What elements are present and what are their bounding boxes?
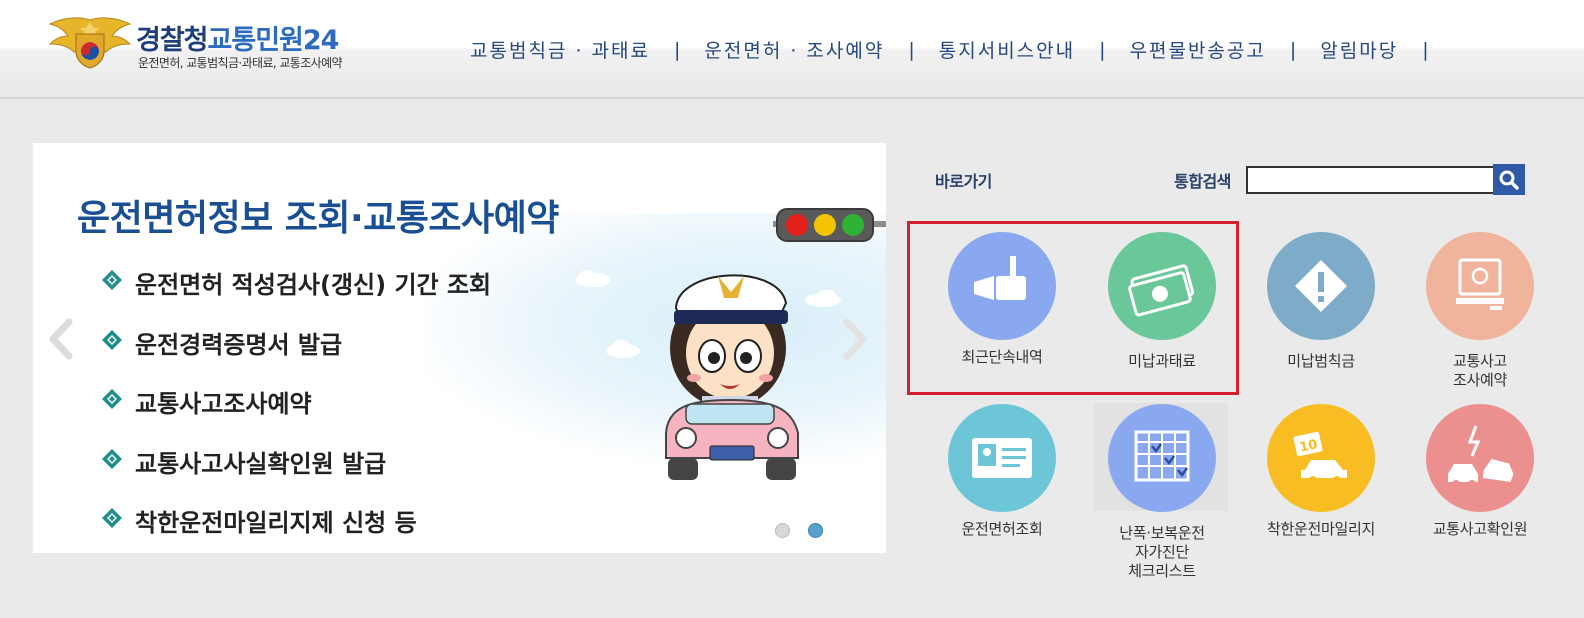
search-icon xyxy=(1499,170,1519,190)
site-logo[interactable]: 경찰청교통민원24 운전면허, 교통범칙금·과태료, 교통조사예약 xyxy=(48,14,388,74)
diamond-bullet-icon xyxy=(102,329,122,350)
nav-separator: | xyxy=(1099,38,1106,61)
quick-item-accident-certificate[interactable]: 교통사고확인원 xyxy=(1426,404,1584,554)
car-mileage-icon: 10 xyxy=(1293,431,1347,484)
diamond-bullet-icon xyxy=(102,508,122,528)
id-card-icon xyxy=(972,438,1032,478)
main-banner[interactable]: 운전면허정보 조회·교통조사예약 운전면허 적성검사(갱신) 기간 조회 운전경… xyxy=(33,143,886,553)
nav-fines[interactable]: 교통범칙금 · 과태료 xyxy=(470,36,650,63)
logo-title: 경찰청교통민원24 xyxy=(136,18,340,57)
banner-list-item: 교통사고조사예약 xyxy=(101,384,491,444)
license-lookup-circle xyxy=(948,404,1056,512)
warning-icon xyxy=(1295,260,1347,312)
diamond-bullet-icon xyxy=(102,270,122,290)
quick-item-label-line: 난폭·보복운전 xyxy=(1119,524,1205,542)
quick-item-reckless-driving-checklist[interactable]: 난폭·보복운전 자가진단 체크리스트 xyxy=(1108,404,1268,580)
cloud-icon xyxy=(606,340,640,358)
highlight-annotation-box xyxy=(907,221,1239,395)
computer-icon xyxy=(1456,258,1504,310)
search-button[interactable] xyxy=(1493,164,1525,195)
accident-certificate-circle xyxy=(1426,404,1534,512)
cloud-icon xyxy=(575,270,611,287)
accident-reservation-circle xyxy=(1426,232,1534,340)
banner-item-label: 교통사고사실확인원 발급 xyxy=(135,449,387,478)
nav-separator: | xyxy=(673,38,681,61)
quick-item-accident-reservation[interactable]: 교통사고 조사예약 xyxy=(1426,232,1584,392)
quick-item-label: 운전면허조회 xyxy=(961,520,1043,538)
search-input[interactable] xyxy=(1246,166,1500,194)
logo-subtitle: 운전면허, 교통범칙금·과태료, 교통조사예약 xyxy=(138,56,343,70)
pagination-dot[interactable] xyxy=(775,523,790,538)
quick-item-label-line: 교통사고 xyxy=(1452,352,1507,370)
banner-feature-list: 운전면허 적성검사(갱신) 기간 조회 운전경력증명서 발급 교통사고조사예약 … xyxy=(101,265,491,553)
nav-notice[interactable]: 알림마당 xyxy=(1320,36,1398,63)
search-label: 통합검색 xyxy=(1174,172,1231,191)
banner-item-label: 운전경력증명서 발급 xyxy=(135,330,343,359)
quick-item-unpaid-penalty[interactable]: 미납범칙금 xyxy=(1267,232,1427,382)
banner-item-label: 착한운전마일리지제 신청 등 xyxy=(135,509,417,537)
quick-item-label: 교통사고 조사예약 xyxy=(1412,352,1548,390)
global-nav: 교통범칙금 · 과태료 | 운전면허 · 조사예약 | 통지서비스안내 | 우편… xyxy=(470,36,1453,63)
quick-item-label: 교통사고확인원 xyxy=(1432,520,1528,538)
banner-prev-arrow-icon[interactable] xyxy=(45,318,75,360)
quick-item-license-lookup[interactable]: 운전면허조회 xyxy=(948,404,1108,554)
reckless-driving-circle xyxy=(1108,404,1216,512)
nav-separator: | xyxy=(1422,38,1429,61)
quick-links-heading: 바로가기 xyxy=(935,172,992,191)
quick-item-good-driving-mileage[interactable]: 10 착한운전마일리지 xyxy=(1267,404,1427,554)
site-header: 경찰청교통민원24 운전면허, 교통범칙금·과태료, 교통조사예약 교통범칙금 … xyxy=(0,0,1584,98)
quick-item-label-line: 조사예약 xyxy=(1452,371,1507,389)
banner-item-label: 운전면허 적성검사(갱신) 기간 조회 xyxy=(135,271,492,299)
quick-item-label-line: 체크리스트 xyxy=(1128,562,1196,580)
nav-separator: | xyxy=(908,38,915,61)
banner-list-item: 교통사고사실확인원 발급 xyxy=(101,444,491,504)
logo-title-sub: 교통민원24 xyxy=(207,25,340,56)
good-driving-mileage-circle: 10 xyxy=(1267,404,1375,512)
calendar-check-icon xyxy=(1134,430,1190,482)
nav-notification[interactable]: 통지서비스안내 xyxy=(939,36,1075,63)
quick-item-label: 미납범칙금 xyxy=(1287,352,1355,370)
car-crash-icon xyxy=(1448,425,1514,488)
banner-pagination xyxy=(775,523,823,538)
quick-item-label-line: 자가진단 xyxy=(1134,543,1189,561)
svg-text:10: 10 xyxy=(1298,437,1319,455)
nav-license[interactable]: 운전면허 · 조사예약 xyxy=(704,36,884,63)
police-mascot-illustration xyxy=(665,274,799,480)
diamond-bullet-icon xyxy=(102,448,122,469)
banner-list-item: 운전경력증명서 발급 xyxy=(101,325,491,385)
quick-item-label: 난폭·보복운전 자가진단 체크리스트 xyxy=(1094,524,1230,581)
banner-next-arrow-icon[interactable] xyxy=(841,318,871,360)
banner-list-item: 운전면허 적성검사(갱신) 기간 조회 xyxy=(101,265,491,325)
quick-item-label: 착한운전마일리지 xyxy=(1266,520,1375,538)
nav-separator: | xyxy=(1289,38,1297,61)
police-emblem-icon xyxy=(48,17,132,69)
pagination-dot-active[interactable] xyxy=(808,523,823,538)
diamond-bullet-icon xyxy=(102,389,122,409)
banner-list-item: 착한운전마일리지제 신청 등 xyxy=(101,503,491,553)
nav-returned-mail[interactable]: 우편물반송공고 xyxy=(1130,36,1266,63)
traffic-light-icon xyxy=(773,208,886,242)
banner-sky-background xyxy=(423,213,886,463)
logo-title-main: 경찰청 xyxy=(136,25,209,56)
banner-title: 운전면허정보 조회·교통조사예약 xyxy=(77,198,559,239)
unpaid-penalty-circle xyxy=(1267,232,1375,340)
banner-item-label: 교통사고조사예약 xyxy=(135,390,312,418)
